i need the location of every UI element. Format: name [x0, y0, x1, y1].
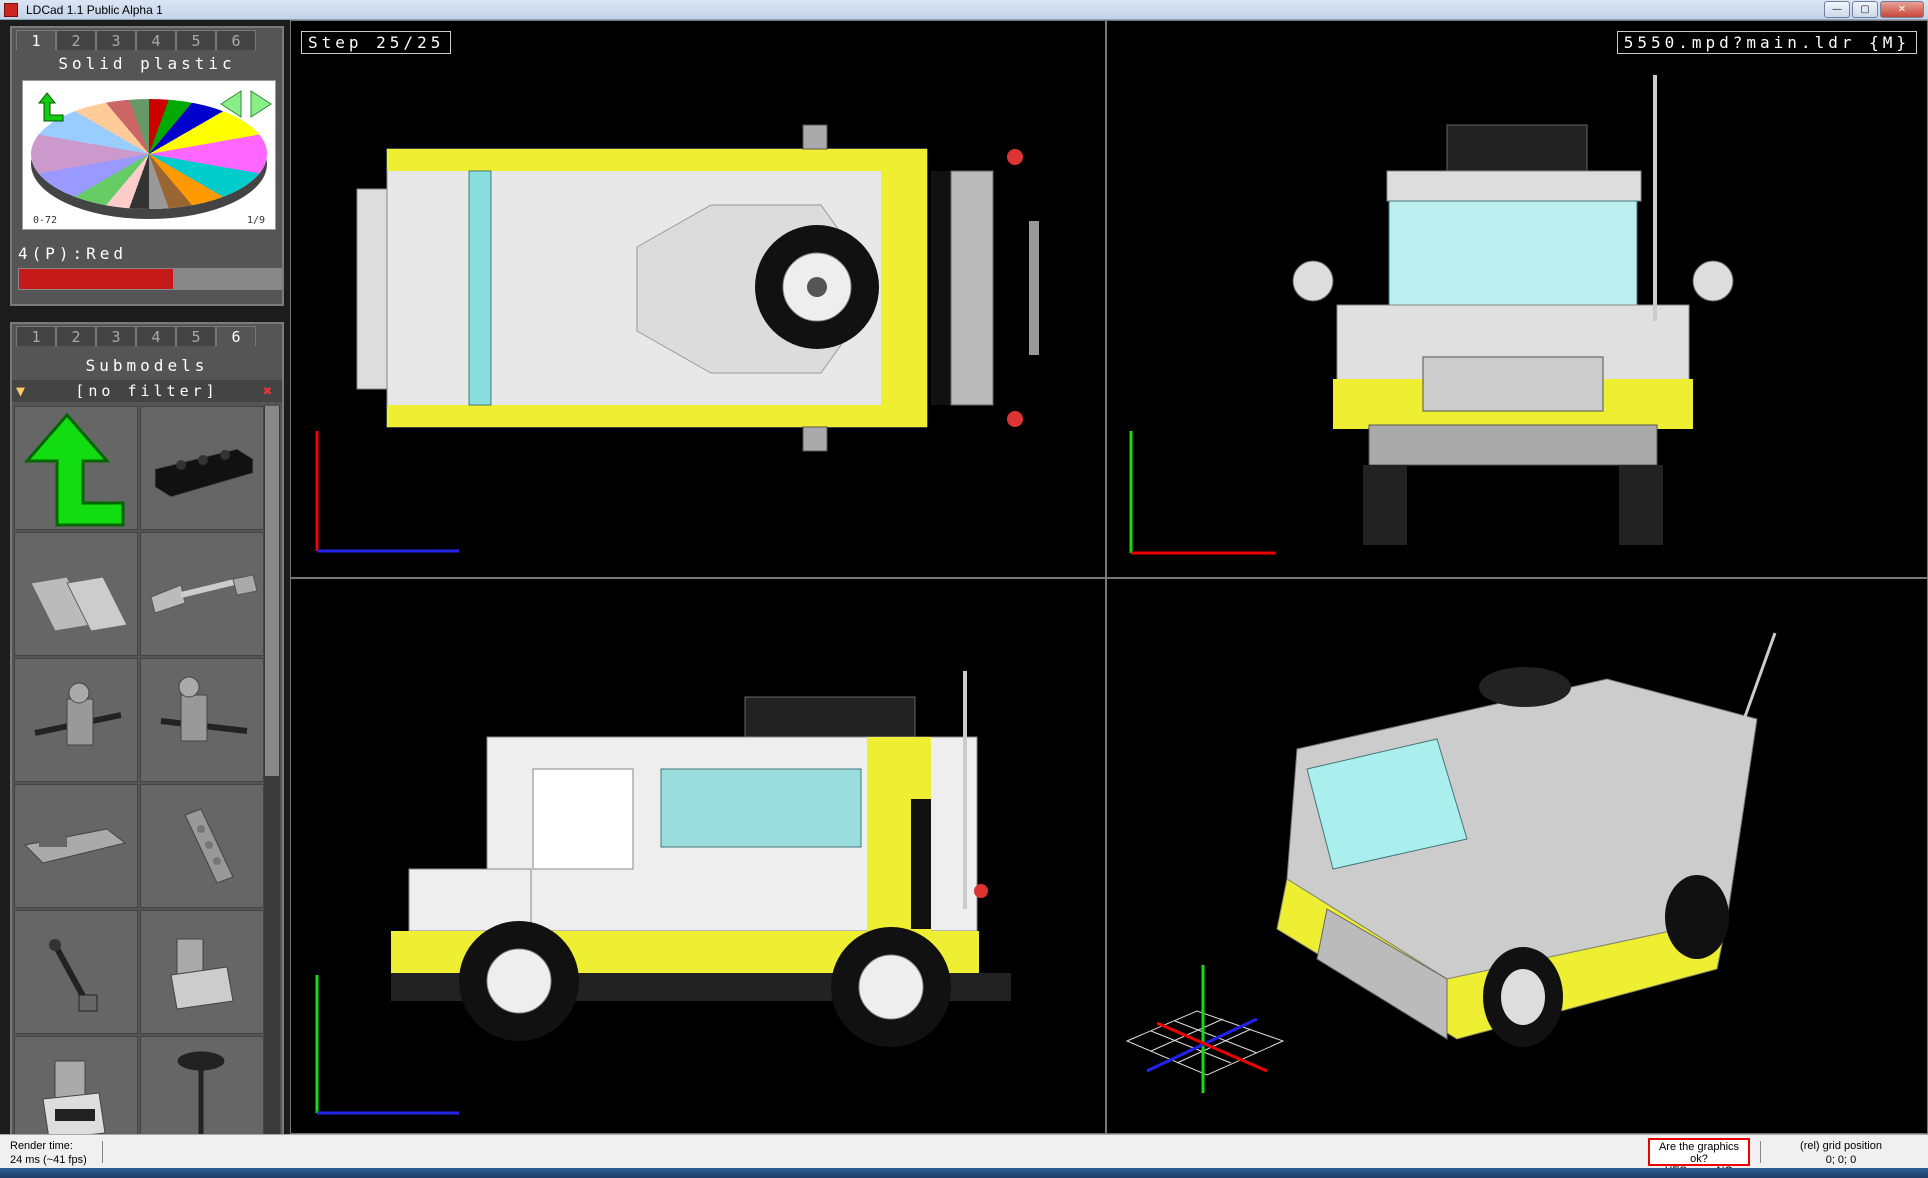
submodel-item[interactable] — [140, 406, 264, 530]
submodel-item[interactable] — [140, 784, 264, 908]
submodel-grid — [14, 406, 264, 1160]
left-panel: 1 2 3 4 5 6 Solid plastic 0-72 1/9 4(P):… — [0, 20, 290, 1160]
submodel-item[interactable] — [14, 532, 138, 656]
submodel-item[interactable] — [140, 532, 264, 656]
viewport-front[interactable]: 5550.mpd?main.ldr {M} — [1106, 20, 1928, 578]
graphics-question: Are the graphics ok? — [1658, 1141, 1740, 1165]
axis-gizmo — [1129, 431, 1275, 555]
status-bar: Render time: 24 ms (~41 fps) Are the gra… — [0, 1134, 1928, 1177]
swatch-red[interactable] — [18, 268, 174, 290]
color-wheel[interactable]: 0-72 1/9 — [22, 80, 276, 230]
status-divider — [1760, 1141, 1761, 1163]
render-time: Render time: 24 ms (~41 fps) — [10, 1139, 87, 1167]
axis-gizmo — [315, 975, 459, 1115]
clear-filter-icon[interactable]: ✖ — [263, 380, 276, 402]
plate-pair-icon — [30, 576, 128, 632]
app-icon — [4, 3, 18, 17]
grid-position-label: (rel) grid position — [1800, 1140, 1882, 1152]
palette-tab-6[interactable]: 6 — [216, 30, 256, 50]
filter-funnel-icon[interactable]: ▼ — [16, 380, 29, 402]
up-arrow-icon — [23, 412, 125, 527]
page-label: 1/9 — [246, 215, 265, 226]
status-divider — [102, 1141, 103, 1163]
recent-color-swatches — [18, 268, 282, 290]
steering-rod-icon — [49, 939, 98, 1012]
step-indicator: Step 25/25 — [301, 31, 452, 54]
axle-joint-icon — [160, 676, 248, 742]
window-controls: — ▢ ✕ — [1824, 1, 1924, 18]
submodel-item[interactable] — [14, 406, 138, 530]
axis-gizmo — [315, 431, 459, 553]
swatch-empty[interactable] — [240, 268, 262, 290]
axle-assembly-icon — [34, 682, 122, 746]
submodel-tabs: 1 2 3 4 5 6 — [16, 326, 256, 346]
submodel-item[interactable] — [14, 910, 138, 1034]
viewport-3d[interactable] — [1106, 578, 1928, 1134]
palette-tab-3[interactable]: 3 — [96, 30, 136, 50]
close-button[interactable]: ✕ — [1880, 1, 1924, 18]
minimize-button[interactable]: — — [1824, 1, 1850, 18]
3d-grid-gizmo — [1125, 965, 1285, 1093]
range-label: 0-72 — [33, 215, 58, 226]
swatch-empty[interactable] — [196, 268, 218, 290]
palette-tab-4[interactable]: 4 — [136, 30, 176, 50]
long-brick-icon — [184, 808, 234, 884]
wheel-nav-arrows-icon[interactable] — [219, 89, 273, 119]
grid-position: (rel) grid position 0; 0; 0 — [1776, 1139, 1906, 1167]
submodel-tab-3[interactable]: 3 — [96, 326, 136, 346]
grid-position-value: 0; 0; 0 — [1825, 1154, 1857, 1166]
submodel-tab-5[interactable]: 5 — [176, 326, 216, 346]
window-title: LDCad 1.1 Public Alpha 1 — [26, 3, 163, 17]
filter-row[interactable]: ▼ [no filter] ✖ — [12, 380, 282, 402]
viewport-top[interactable]: Step 25/25 — [290, 20, 1106, 578]
submodels-title: Submodels — [85, 356, 209, 375]
graphics-check-box: Are the graphics ok? YES NO — [1648, 1138, 1750, 1177]
bar-clip-icon — [150, 574, 258, 614]
color-palette-panel: 1 2 3 4 5 6 Solid plastic 0-72 1/9 4(P):… — [10, 26, 284, 306]
palette-tab-5[interactable]: 5 — [176, 30, 216, 50]
viewport-side[interactable] — [290, 578, 1106, 1134]
taskbar — [0, 1168, 1928, 1178]
scrollbar-thumb[interactable] — [265, 406, 279, 776]
maximize-button[interactable]: ▢ — [1852, 1, 1878, 18]
palette-title: Solid plastic — [58, 54, 236, 73]
wheel-up-arrow-icon[interactable] — [33, 89, 67, 123]
submodel-item[interactable] — [14, 784, 138, 908]
palette-tab-1[interactable]: 1 — [16, 30, 56, 50]
seat-assembly-icon — [170, 938, 234, 1010]
model-file-indicator: 5550.mpd?main.ldr {M} — [1616, 31, 1917, 54]
palette-tab-2[interactable]: 2 — [56, 30, 96, 50]
submodels-scrollbar[interactable] — [264, 406, 280, 1142]
submodel-item[interactable] — [14, 658, 138, 782]
chassis-part-icon — [23, 828, 127, 864]
submodel-tab-2[interactable]: 2 — [56, 326, 96, 346]
current-color-label: 4(P):Red — [18, 244, 128, 263]
palette-tabs: 1 2 3 4 5 6 — [16, 30, 256, 50]
submodel-tab-4[interactable]: 4 — [136, 326, 176, 346]
black-brick-icon — [154, 448, 254, 498]
submodels-panel: 1 2 3 4 5 6 Submodels ▼ [no filter] ✖ — [10, 322, 284, 1160]
submodel-item[interactable] — [140, 658, 264, 782]
swatch-empty[interactable] — [262, 268, 282, 290]
submodel-item[interactable] — [140, 910, 264, 1034]
render-time-label: Render time: — [10, 1140, 73, 1152]
swatch-empty[interactable] — [174, 268, 196, 290]
filter-label: [no filter] — [75, 382, 219, 400]
swatch-empty[interactable] — [218, 268, 240, 290]
submodel-tab-1[interactable]: 1 — [16, 326, 56, 346]
submodel-tab-6[interactable]: 6 — [216, 326, 256, 346]
title-bar: LDCad 1.1 Public Alpha 1 — ▢ ✕ — [0, 0, 1928, 20]
render-time-value: 24 ms (~41 fps) — [10, 1154, 87, 1166]
